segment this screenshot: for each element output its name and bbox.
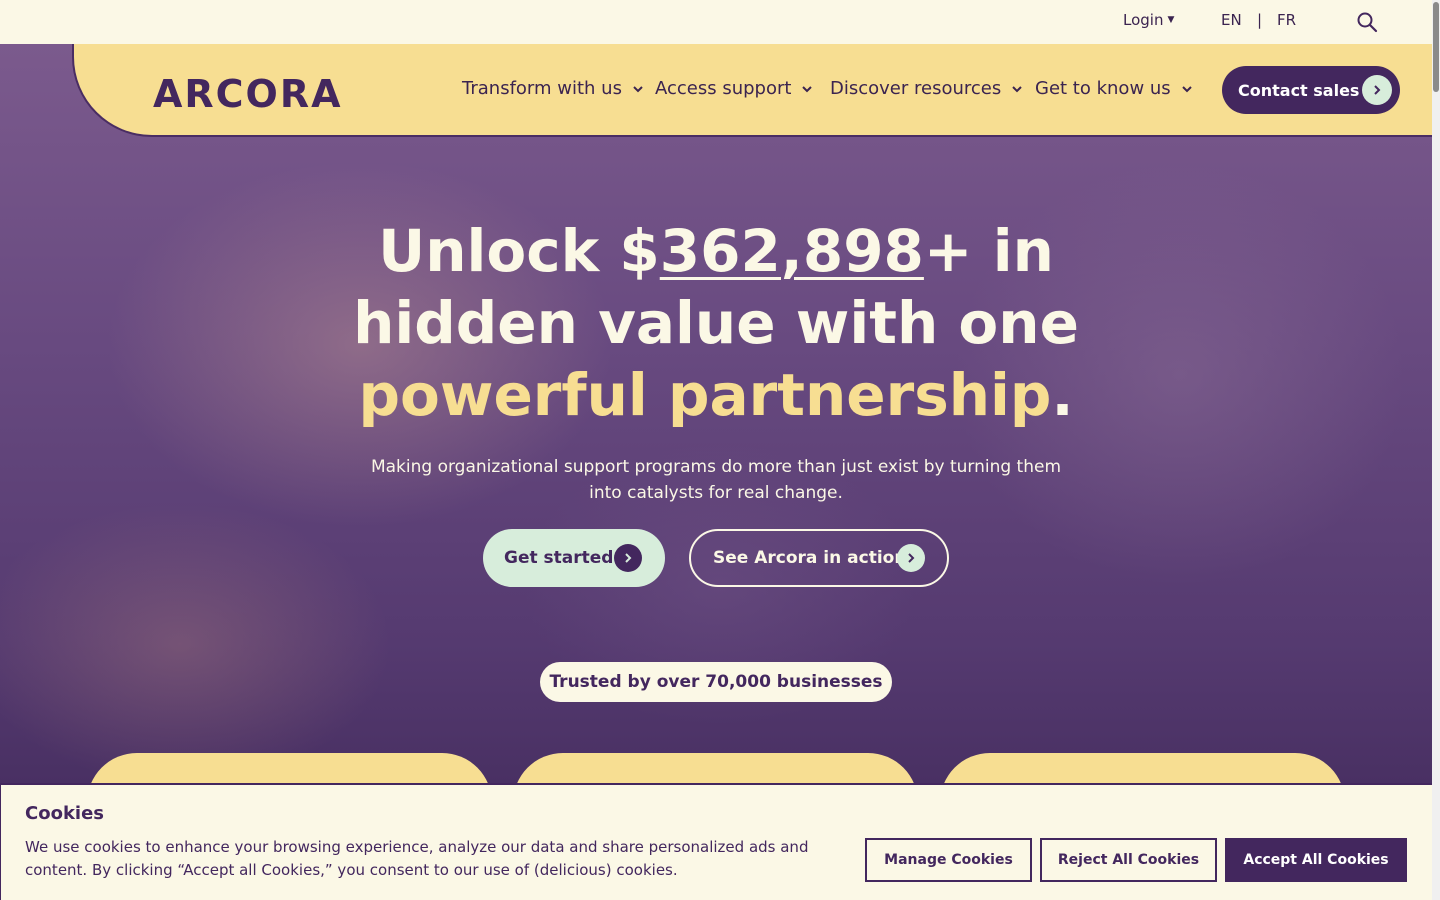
hero-subtext: Making organizational support programs d… (370, 457, 1062, 503)
hero-headline: Unlock $362,898+ in hidden value with on… (300, 215, 1132, 431)
arcora-logo[interactable]: ARCORA (153, 72, 343, 116)
trusted-badge: Trusted by over 70,000 businesses (540, 662, 892, 702)
manage-cookies-button[interactable]: Manage Cookies (865, 838, 1032, 882)
lang-en-link[interactable]: EN (1221, 11, 1242, 29)
see-arcora-in-action-button[interactable]: See Arcora in action (689, 529, 949, 587)
page-scrollbar[interactable] (1432, 0, 1440, 900)
scrollbar-thumb[interactable] (1433, 2, 1439, 92)
nav-transform-with-us[interactable]: Transform with us (462, 78, 644, 99)
nav-discover-resources[interactable]: Discover resources (830, 78, 1023, 99)
chevron-right-icon (1362, 75, 1392, 105)
get-started-label: Get started (504, 548, 614, 568)
contact-sales-button[interactable]: Contact sales (1222, 66, 1400, 114)
login-menu[interactable]: Login ▼ (1123, 11, 1174, 29)
login-label: Login (1123, 11, 1164, 29)
get-started-button[interactable]: Get started (483, 529, 665, 587)
chevron-down-icon (1181, 85, 1192, 92)
see-arcora-label: See Arcora in action (713, 548, 907, 568)
contact-sales-label: Contact sales (1238, 80, 1360, 100)
headline-part1: Unlock $ (378, 217, 660, 285)
cookie-title: Cookies (25, 803, 105, 824)
chevron-right-icon (614, 544, 642, 572)
nav-item-label: Access support (655, 78, 792, 99)
caret-down-icon: ▼ (1167, 15, 1175, 25)
reject-all-cookies-button[interactable]: Reject All Cookies (1040, 838, 1217, 882)
nav-item-label: Discover resources (830, 78, 1002, 99)
headline-amount: 362,898 (659, 217, 924, 285)
nav-get-to-know-us[interactable]: Get to know us (1035, 78, 1193, 99)
headline-accent: powerful partnership (358, 361, 1052, 429)
chevron-down-icon (633, 85, 643, 92)
cookie-description: We use cookies to enhance your browsing … (25, 838, 809, 879)
search-icon[interactable] (1356, 11, 1378, 33)
nav-item-label: Transform with us (462, 78, 622, 99)
nav-item-label: Get to know us (1035, 78, 1171, 99)
lang-fr-link[interactable]: FR (1277, 11, 1296, 29)
chevron-right-icon (897, 544, 925, 572)
accept-all-cookies-button[interactable]: Accept All Cookies (1225, 838, 1407, 882)
chevron-down-icon (1012, 85, 1022, 92)
nav-access-support[interactable]: Access support (655, 78, 813, 99)
headline-end: . (1051, 361, 1074, 429)
lang-separator: | (1257, 11, 1263, 29)
chevron-down-icon (802, 85, 813, 92)
utility-bar: Login ▼ EN | FR (0, 0, 1432, 44)
